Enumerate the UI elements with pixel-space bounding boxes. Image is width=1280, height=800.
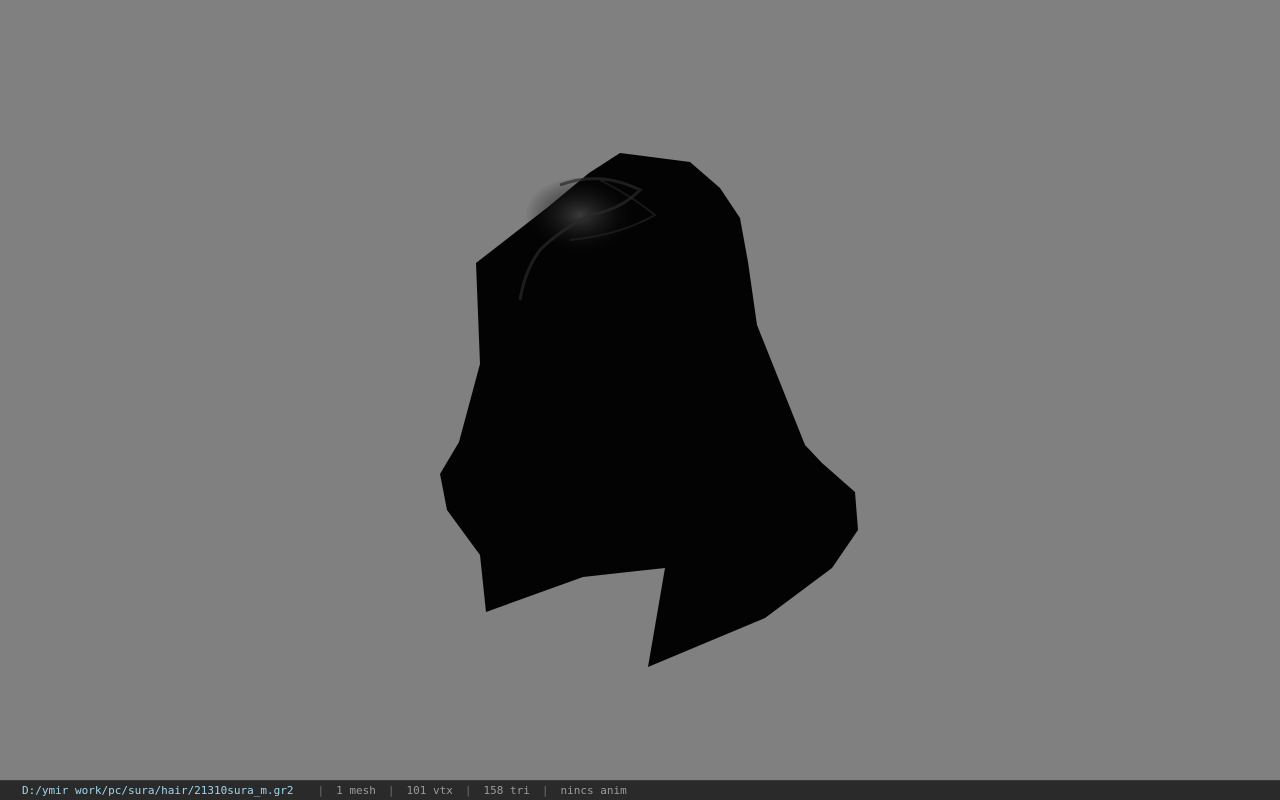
animation-status: nincs anim <box>560 784 627 797</box>
model-render[interactable] <box>0 0 1280 780</box>
separator: | <box>464 784 472 797</box>
file-path: D:/ymir work/pc/sura/hair/21310sura_m.gr… <box>22 784 294 797</box>
vertex-count: 101 vtx <box>406 784 453 797</box>
separator: | <box>541 784 549 797</box>
mesh-count: 1 mesh <box>336 784 376 797</box>
mesh-texture-highlight <box>525 177 635 253</box>
separator: | <box>317 784 325 797</box>
separator: | <box>387 784 395 797</box>
status-bar: D:/ymir work/pc/sura/hair/21310sura_m.gr… <box>0 780 1280 800</box>
hair-mesh-silhouette <box>440 153 858 667</box>
triangle-count: 158 tri <box>483 784 530 797</box>
3d-viewport[interactable] <box>0 0 1280 780</box>
